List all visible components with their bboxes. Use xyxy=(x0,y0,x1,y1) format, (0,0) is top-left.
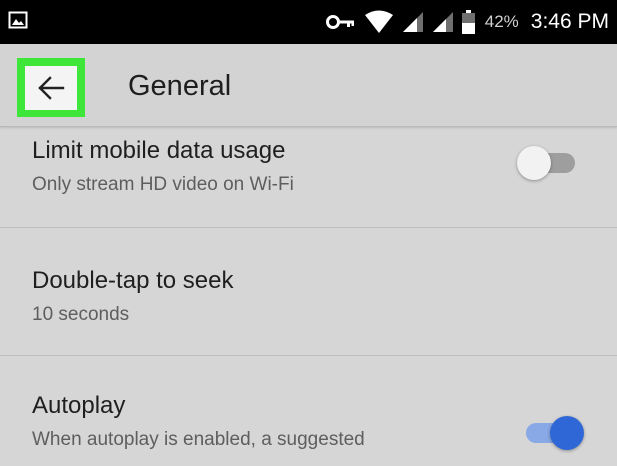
battery-icon xyxy=(461,10,475,34)
status-icons: 42% 3:46 PM xyxy=(325,0,609,44)
setting-subtitle: When autoplay is enabled, a suggested xyxy=(32,429,365,450)
setting-limit-mobile-data[interactable]: Limit mobile data usage Only stream HD v… xyxy=(0,127,617,228)
autoplay-toggle[interactable] xyxy=(522,415,584,451)
back-button[interactable] xyxy=(17,58,85,117)
setting-title: Double-tap to seek xyxy=(32,267,234,294)
page-title: General xyxy=(128,70,232,102)
status-bar: 42% 3:46 PM xyxy=(0,0,617,44)
cell-signal-icon xyxy=(432,12,453,32)
image-notification-icon xyxy=(8,11,28,29)
vpn-key-icon xyxy=(325,15,354,29)
battery-percent: 42% xyxy=(484,12,519,31)
setting-title: Limit mobile data usage xyxy=(32,137,286,164)
arrow-left-icon[interactable] xyxy=(37,75,65,100)
wifi-icon xyxy=(364,10,393,33)
back-button-inner[interactable] xyxy=(25,65,77,110)
setting-subtitle: Only stream HD video on Wi-Fi xyxy=(32,174,294,195)
setting-title: Autoplay xyxy=(32,392,126,419)
toggle-thumb[interactable] xyxy=(517,146,551,180)
setting-subtitle: 10 seconds xyxy=(32,304,130,325)
setting-double-tap-seek[interactable]: Double-tap to seek 10 seconds xyxy=(0,228,617,356)
app-bar: General xyxy=(0,44,617,127)
cell-signal-icon xyxy=(402,12,423,32)
status-clock: 3:46 PM xyxy=(530,10,609,33)
toggle-thumb[interactable] xyxy=(550,416,584,450)
limit-mobile-data-toggle[interactable] xyxy=(517,145,579,181)
